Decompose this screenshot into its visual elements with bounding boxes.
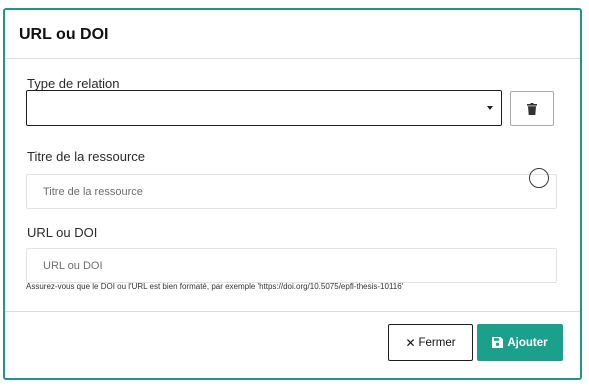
resource-title-label: Titre de la ressource [27,149,146,164]
save-icon [492,337,504,348]
relation-type-select[interactable] [26,90,502,126]
resource-title-input[interactable] [26,174,557,209]
close-button-label: Fermer [418,336,456,349]
delete-relation-button[interactable] [510,91,554,126]
chevron-down-icon [487,106,493,110]
url-doi-input[interactable] [26,248,557,283]
relation-type-label: Type de relation [27,76,120,91]
dialog-header: URL ou DOI [5,10,580,59]
x-icon: ✕ [405,335,416,350]
add-button-label: Ajouter [507,336,548,349]
trash-icon [527,103,537,115]
dialog-title: URL ou DOI [19,26,109,43]
close-button[interactable]: ✕ Fermer [388,324,473,361]
loading-spinner-icon [529,168,549,188]
url-doi-hint: Assurez-vous que le DOI ou l'URL est bie… [26,282,404,291]
footer-divider [5,311,580,312]
add-button[interactable]: Ajouter [477,324,563,361]
url-doi-label: URL ou DOI [27,225,98,240]
